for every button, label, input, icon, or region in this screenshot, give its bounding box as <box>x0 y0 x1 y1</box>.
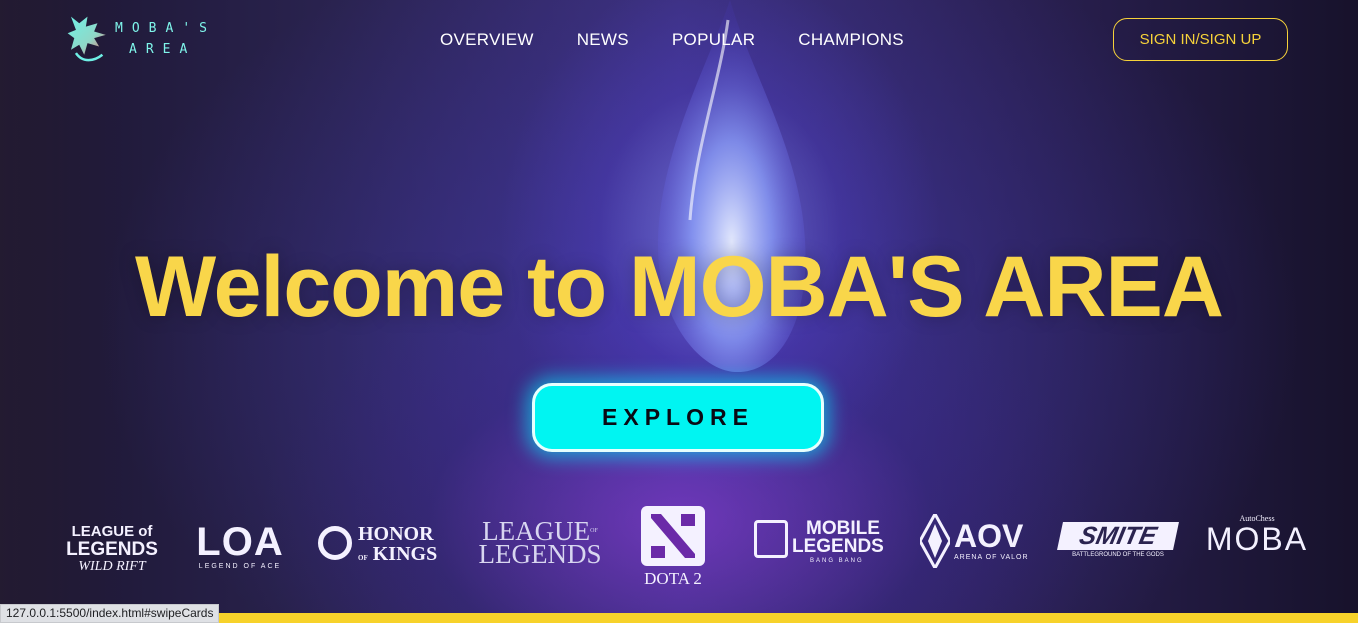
loa-sub: LEGEND OF ACE <box>198 563 282 570</box>
dota2-name: DOTA 2 <box>644 569 702 588</box>
signin-signup-button[interactable]: SIGN IN/SIGN UP <box>1113 18 1288 61</box>
main-nav: OVERVIEW NEWS POPULAR CHAMPIONS <box>440 30 904 50</box>
loa-logo[interactable]: LOA LEGEND OF ACE <box>190 522 290 572</box>
dota2-logo[interactable]: DOTA 2 <box>636 506 710 589</box>
autochess-moba-logo[interactable]: AutoChess MOBA <box>1200 514 1314 555</box>
mobile-legends-line2: LEGENDS <box>792 536 884 557</box>
dota2-emblem-icon <box>641 506 705 566</box>
bottom-accent-bar <box>214 613 1358 623</box>
nav-champions[interactable]: CHAMPIONS <box>798 30 904 50</box>
loa-name: LOA <box>196 520 284 564</box>
autochess-moba-name: MOBA <box>1205 521 1309 557</box>
logo[interactable]: MOBA'S AREA <box>66 8 216 70</box>
lol-of: OF <box>590 528 598 534</box>
smite-name: SMITE <box>1057 522 1179 550</box>
honor-of-kings-line1: HONOR <box>358 523 434 545</box>
wild-rift-line1: LEAGUE of <box>71 523 153 540</box>
explore-button[interactable]: EXPLORE <box>532 383 824 452</box>
lol-line2: LEGENDS <box>478 539 602 569</box>
hero-title: Welcome to MOBA'S AREA <box>135 239 1224 335</box>
honor-of-kings-line2: KINGS <box>372 543 438 565</box>
mobile-legends-emblem-icon <box>754 520 788 558</box>
game-logos-strip: LEAGUE of LEGENDS WILD RIFT LOA LEGEND O… <box>0 500 1358 600</box>
wild-rift-logo[interactable]: LEAGUE of LEGENDS WILD RIFT <box>64 524 160 575</box>
honor-of-kings-emblem-icon <box>318 526 352 560</box>
smite-logo[interactable]: SMITE BATTLEGROUND OF THE GODS <box>1057 522 1179 559</box>
aov-name: AOV <box>954 518 1024 554</box>
browser-status-url: 127.0.0.1:5500/index.html#swipeCards <box>0 604 220 623</box>
honor-of-kings-of: OF <box>358 554 368 562</box>
honor-of-kings-text: HONOR OF KINGS <box>358 524 437 568</box>
nav-popular[interactable]: POPULAR <box>672 30 755 50</box>
logo-text: MOBA'S AREA <box>115 18 216 60</box>
aov-emblem-icon <box>920 514 950 568</box>
league-of-legends-logo[interactable]: LEAGUEOF LEGENDS <box>476 518 604 569</box>
logo-text-line2: AREA <box>129 42 197 57</box>
logo-text-line1: MOBA'S <box>115 21 216 36</box>
aov-sub: ARENA OF VALOR <box>954 554 1029 561</box>
wild-rift-line2: LEGENDS <box>66 539 158 560</box>
wild-rift-sub: WILD RIFT <box>78 559 146 574</box>
smite-sub: BATTLEGROUND OF THE GODS <box>1072 552 1164 558</box>
dragon-logo-icon <box>67 16 106 62</box>
mobile-legends-text: MOBILE LEGENDS <box>792 519 884 557</box>
nav-news[interactable]: NEWS <box>577 30 629 50</box>
mobile-legends-sub: BANG BANG <box>810 558 864 564</box>
nav-overview[interactable]: OVERVIEW <box>440 30 534 50</box>
